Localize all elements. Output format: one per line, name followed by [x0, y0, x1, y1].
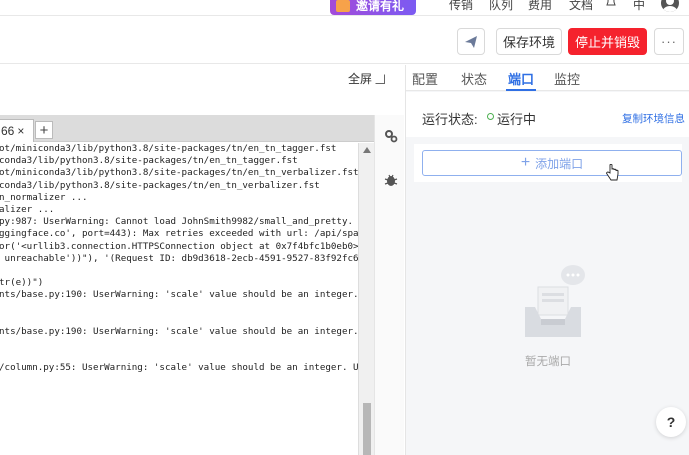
terminal-scrollbar[interactable] [358, 143, 374, 455]
terminal-line: conda3/lib/python3.8/site-packages/tn/en… [0, 155, 298, 167]
running-status-dot-icon [487, 113, 494, 120]
tab-status[interactable]: 状态 [461, 69, 487, 88]
terminal-tab[interactable]: 66 × [0, 119, 34, 142]
fullscreen-label: 全屏 [348, 72, 373, 86]
panel-tabs: 配置 状态 端口 监控 [406, 65, 689, 91]
expand-icon [375, 73, 386, 84]
editor-area: 全屏 66 × + ot/miniconda3/lib/python3.8/si… [0, 65, 404, 455]
top-nav: 邀请有礼 传销 队列 费用 文档 中 [0, 0, 689, 16]
terminal-line: ot/miniconda3/lib/python3.8/site-package… [0, 143, 337, 154]
add-port-button[interactable]: + 添加端口 [422, 150, 682, 176]
language-switch[interactable]: 中 [633, 0, 645, 13]
scrollbar-thumb[interactable] [363, 403, 371, 455]
stop-and-destroy-button[interactable]: 停止并销毁 [568, 28, 647, 55]
bell-icon[interactable] [606, 0, 616, 8]
invite-promo-button[interactable]: 邀请有礼 [330, 0, 416, 15]
tab-config[interactable]: 配置 [412, 69, 438, 88]
editor-side-toolbar [374, 115, 404, 455]
terminal-line: unreachable'))"), '(Request ID: db9d3618… [0, 252, 374, 264]
action-bar: 保存环境 停止并销毁 ··· [0, 17, 689, 64]
add-port-row: + 添加端口 [414, 144, 682, 182]
send-button[interactable] [457, 28, 485, 55]
terminal-line: tr(e))") [0, 277, 44, 289]
paper-plane-icon [465, 35, 477, 48]
user-avatar-icon[interactable] [661, 0, 679, 12]
run-status-row: 运行状态: 运行中 复制环境信息 [406, 92, 689, 137]
run-status-value: 运行中 [497, 112, 537, 127]
tab-ports[interactable]: 端口 [508, 69, 534, 88]
empty-inbox-icon [525, 265, 585, 337]
terminal-line: nts/base.py:190: UserWarning: 'scale' va… [0, 325, 374, 337]
terminal-line: n_normalizer ... [0, 191, 88, 203]
help-button[interactable]: ? [656, 407, 686, 437]
terminal-line: conda3/lib/python3.8/site-packages/tn/en… [0, 179, 320, 191]
fullscreen-button[interactable]: 全屏 [348, 70, 386, 87]
terminal-line: ot/miniconda3/lib/python3.8/site-package… [0, 167, 359, 179]
invite-promo-label: 邀请有礼 [356, 0, 405, 13]
terminal-tab-bar: 66 × + [0, 115, 374, 142]
right-panel: 配置 状态 端口 监控 运行状态: 运行中 复制环境信息 + 添加端口 暂无端口… [405, 65, 689, 455]
copy-env-info-link[interactable]: 复制环境信息 [622, 111, 685, 126]
add-port-label: 添加端口 [535, 156, 584, 171]
terminal-line: ggingface.co', port=443): Max retries ex… [0, 228, 374, 240]
tab-monitor[interactable]: 监控 [554, 69, 580, 88]
gift-icon [336, 0, 350, 12]
settings-gear-icon[interactable] [384, 129, 398, 143]
add-tab-button[interactable]: + [35, 121, 53, 139]
nav-item-transfer[interactable]: 传销 [449, 0, 473, 13]
terminal-line: /column.py:55: UserWarning: 'scale' valu… [0, 362, 374, 374]
active-tab-indicator [506, 89, 536, 91]
plus-icon: + [520, 154, 531, 171]
run-status-label: 运行状态: [422, 112, 478, 127]
terminal-line: py:987: UserWarning: Cannot load JohnSmi… [0, 216, 374, 228]
nav-item-billing[interactable]: 费用 [528, 0, 552, 13]
terminal-line: alizer ... [0, 203, 55, 215]
empty-ports-text: 暂无端口 [525, 356, 571, 368]
save-environment-button[interactable]: 保存环境 [496, 28, 562, 55]
terminal-line: or('<urllib3.connection.HTTPSConnection … [0, 240, 374, 252]
nav-item-docs[interactable]: 文档 [569, 0, 593, 13]
scroll-up-arrow-icon[interactable] [363, 147, 371, 153]
terminal-tab-label: 66 [1, 124, 15, 138]
nav-item-queue[interactable]: 队列 [489, 0, 513, 13]
terminal-output[interactable]: ot/miniconda3/lib/python3.8/site-package… [0, 143, 374, 455]
hand-cursor-icon [606, 164, 619, 181]
more-options-button[interactable]: ··· [654, 28, 684, 55]
terminal-line: nts/base.py:190: UserWarning: 'scale' va… [0, 289, 374, 301]
close-icon[interactable]: × [17, 124, 24, 138]
bug-icon[interactable] [384, 173, 398, 187]
